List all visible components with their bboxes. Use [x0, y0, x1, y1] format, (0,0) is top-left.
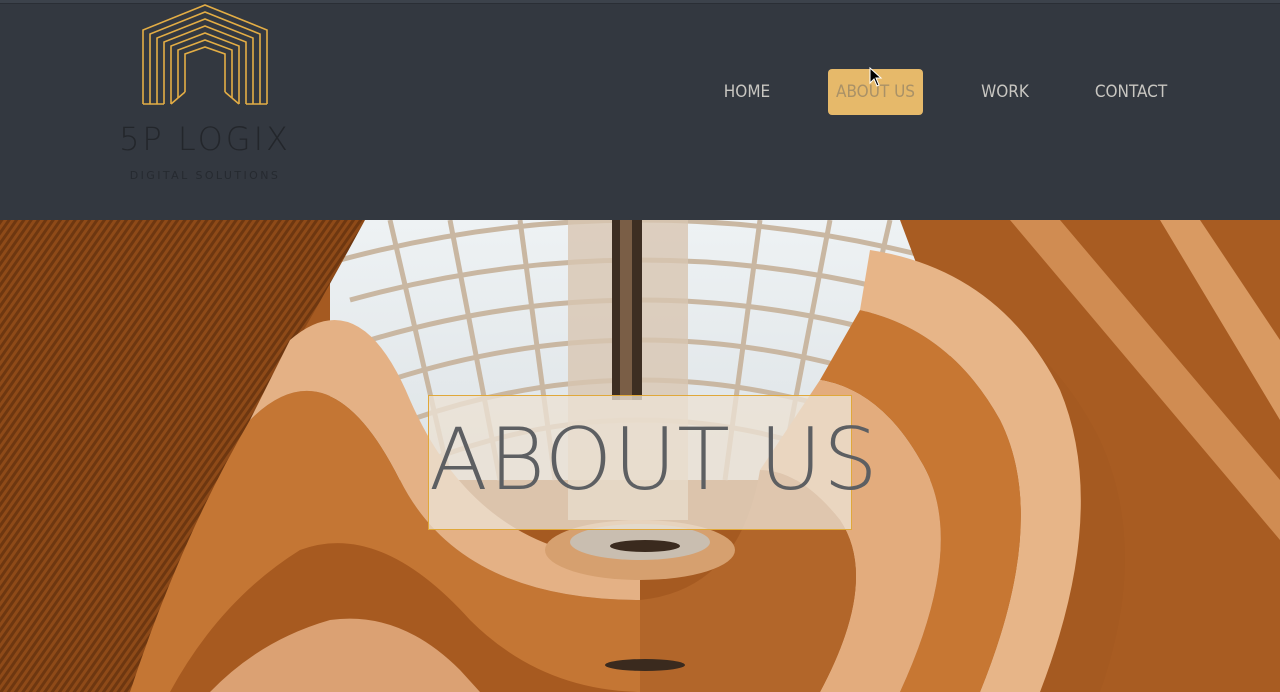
hero-title-box: ABOUT US	[428, 395, 879, 530]
site-header: 5P LOGIX DIGITAL SOLUTIONS HOME ABOUT US…	[0, 0, 1280, 220]
mouse-pointer-icon	[869, 67, 883, 87]
nav-home-link[interactable]: HOME	[716, 69, 778, 115]
nav-work-link[interactable]: WORK	[974, 69, 1036, 115]
nav-contact-link[interactable]: CONTACT	[1086, 69, 1176, 115]
hero-title: ABOUT US	[429, 410, 879, 510]
top-border	[0, 0, 1280, 4]
main-nav: HOME ABOUT US WORK CONTACT	[0, 69, 1280, 115]
brand-tagline: DIGITAL SOLUTIONS	[129, 169, 281, 182]
brand-name: 5P LOGIX	[119, 120, 291, 158]
hero-banner: ABOUT US	[0, 220, 1280, 692]
